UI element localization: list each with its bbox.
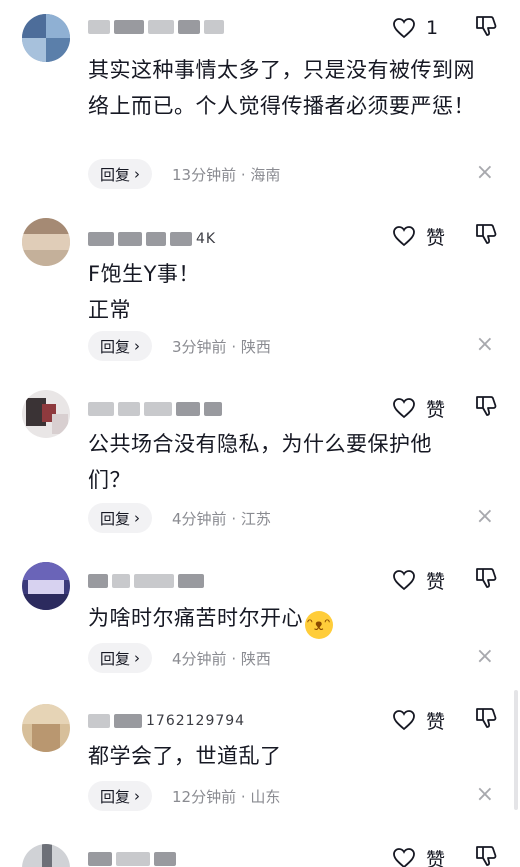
dislike-button[interactable] (474, 566, 498, 594)
chevron-right-icon: › (134, 649, 141, 667)
time-location: 12分钟前 · 山东 (172, 787, 281, 806)
like-label: 赞 (426, 570, 446, 593)
laughing-crying-emoji-icon: ᵔᴥᵔ (305, 611, 333, 639)
reply-label: 回复 (100, 337, 131, 356)
like-button[interactable]: 赞 (392, 223, 446, 250)
comment-text: 其实这种事情太多了，只是没有被传到网络上而已。个人觉得传播者必须要严惩！ (88, 58, 475, 118)
chevron-right-icon: › (134, 787, 141, 805)
comment-text: 为啥时尔痛苦时尔开心 ᵔᴥᵔ (88, 600, 488, 639)
username[interactable] (88, 568, 258, 594)
comment-text-line: 正常 (88, 298, 131, 322)
avatar[interactable] (22, 562, 70, 610)
close-icon[interactable]: × (476, 334, 494, 356)
reply-button[interactable]: 回复 › (88, 643, 153, 673)
reply-label: 回复 (100, 787, 131, 806)
thumbs-down-icon (476, 396, 497, 416)
like-button[interactable]: 1 (392, 17, 446, 39)
avatar[interactable] (22, 390, 70, 438)
username-suffix: 1762129794 (146, 713, 246, 729)
comment-text: 公共场合没有隐私，为什么要保护他们？ (88, 432, 432, 492)
comment-actions: 赞 (392, 840, 498, 867)
comment-meta: 回复 › 4分钟前 · 江苏 (88, 502, 271, 534)
close-icon[interactable]: × (476, 506, 494, 528)
close-icon[interactable]: × (476, 162, 494, 184)
comment-text-body: 为啥时尔痛苦时尔开心 (88, 606, 303, 630)
comment-actions: 赞 (392, 218, 498, 254)
chevron-right-icon: › (134, 509, 141, 527)
thumbs-down-icon (476, 846, 497, 866)
username[interactable]: 1762129794 (88, 708, 298, 734)
chevron-right-icon: › (134, 337, 141, 355)
heart-outline-icon (393, 398, 415, 419)
username[interactable] (88, 396, 258, 422)
reply-label: 回复 (100, 509, 131, 528)
like-button[interactable]: 赞 (392, 395, 446, 422)
dislike-button[interactable] (474, 394, 498, 422)
username[interactable]: 4K (88, 226, 258, 252)
scrollbar[interactable] (514, 690, 518, 810)
chevron-right-icon: › (134, 165, 141, 183)
reply-label: 回复 (100, 649, 131, 668)
time-location: 4分钟前 · 江苏 (172, 509, 271, 528)
reply-button[interactable]: 回复 › (88, 331, 153, 361)
username[interactable] (88, 846, 258, 867)
heart-outline-icon (393, 710, 415, 731)
like-label: 赞 (426, 226, 446, 249)
comment-meta: 回复 › 4分钟前 · 陕西 (88, 642, 271, 674)
reply-button[interactable]: 回复 › (88, 503, 153, 533)
like-label: 赞 (426, 710, 446, 733)
thumbs-down-icon (476, 16, 497, 36)
like-button[interactable]: 赞 (392, 845, 446, 867)
username[interactable] (88, 14, 258, 40)
comment-text-line: F饱生Y事！ (88, 262, 200, 286)
avatar[interactable] (22, 704, 70, 752)
thumbs-down-icon (476, 708, 497, 728)
dislike-button[interactable] (474, 222, 498, 250)
dislike-button[interactable] (474, 844, 498, 867)
like-label: 赞 (426, 848, 446, 867)
time-location: 4分钟前 · 陕西 (172, 649, 271, 668)
thumbs-down-icon (476, 224, 497, 244)
like-button[interactable]: 赞 (392, 567, 446, 594)
heart-outline-icon (393, 226, 415, 247)
heart-outline-icon (393, 18, 415, 39)
avatar[interactable] (22, 14, 70, 62)
like-button[interactable]: 赞 (392, 707, 446, 734)
comment-text: 都学会了，世道乱了 (88, 744, 282, 768)
avatar[interactable] (22, 844, 70, 867)
avatar[interactable] (22, 218, 70, 266)
time-location: 3分钟前 · 陕西 (172, 337, 271, 356)
like-count: 1 (426, 17, 439, 39)
thumbs-down-icon (476, 568, 497, 588)
username-suffix: 4K (196, 231, 217, 247)
close-icon[interactable]: × (476, 784, 494, 806)
heart-outline-icon (393, 848, 415, 867)
comment-actions: 赞 (392, 702, 498, 738)
time-location: 13分钟前 · 海南 (172, 165, 281, 184)
reply-label: 回复 (100, 165, 131, 184)
comment-actions: 赞 (392, 562, 498, 598)
comment-actions: 1 (392, 10, 498, 46)
comment-actions: 赞 (392, 390, 498, 426)
comment-text: F饱生Y事！ 正常 (88, 256, 488, 328)
dislike-button[interactable] (474, 14, 498, 42)
like-label: 赞 (426, 398, 446, 421)
dislike-button[interactable] (474, 706, 498, 734)
reply-button[interactable]: 回复 › (88, 159, 153, 189)
comment-meta: 回复 › 12分钟前 · 山东 (88, 780, 280, 812)
reply-button[interactable]: 回复 › (88, 781, 153, 811)
close-icon[interactable]: × (476, 646, 494, 668)
heart-outline-icon (393, 570, 415, 591)
comment-meta: 回复 › 13分钟前 · 海南 (88, 158, 280, 190)
comment-meta: 回复 › 3分钟前 · 陕西 (88, 330, 271, 362)
